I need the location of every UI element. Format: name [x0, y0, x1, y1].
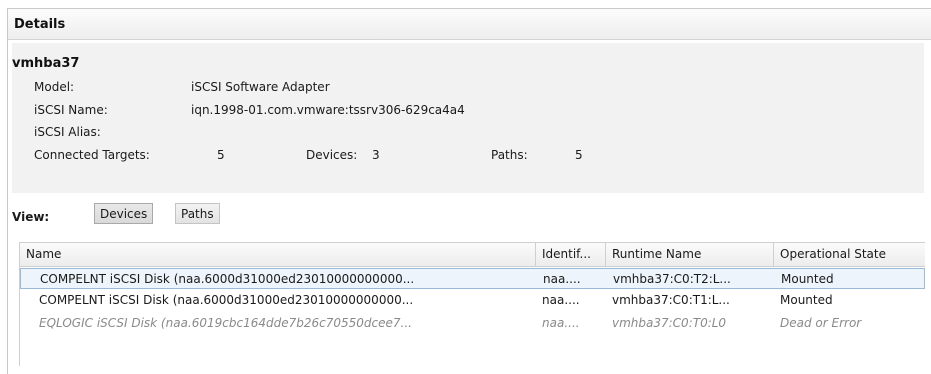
table-row[interactable]: COMPELNT iSCSI Disk (naa.6000d31000ed230… [20, 290, 925, 311]
row-name: EQLOGIC iSCSI Disk (naa.6019cbc164dde7b2… [39, 316, 412, 330]
column-header-name[interactable]: Name [20, 243, 536, 266]
row-name: COMPELNT iSCSI Disk (naa.6000d31000ed230… [40, 272, 415, 286]
iscsi-name-value: iqn.1998-01.com.vmware:tssrv306-629ca4a4 [191, 103, 465, 117]
connected-targets-value: 5 [217, 148, 225, 162]
row-runtime-name: vmhba37:C0:T1:L... [612, 293, 730, 307]
details-header: Details [8, 9, 931, 40]
adapter-name: vmhba37 [12, 56, 80, 71]
model-value: iSCSI Software Adapter [191, 80, 330, 94]
column-header-operational-state[interactable]: Operational State [774, 243, 925, 266]
table-header: Name Identif... Runtime Name Operational… [20, 243, 925, 267]
column-header-runtime-name[interactable]: Runtime Name [606, 243, 774, 266]
row-operational-state: Dead or Error [780, 316, 862, 330]
column-header-identifier[interactable]: Identif... [536, 243, 606, 266]
row-runtime-name: vmhba37:C0:T2:L... [613, 272, 731, 286]
details-title: Details [14, 17, 66, 32]
paths-label: Paths: [491, 148, 528, 162]
connected-targets-label: Connected Targets: [34, 148, 150, 162]
row-operational-state: Mounted [781, 272, 834, 286]
devices-label: Devices: [306, 148, 358, 162]
devices-table: Name Identif... Runtime Name Operational… [19, 242, 925, 366]
view-devices-button[interactable]: Devices [94, 203, 154, 224]
row-runtime-name: vmhba37:C0:T0:L0 [612, 316, 727, 330]
iscsi-name-label: iSCSI Name: [34, 103, 108, 117]
row-operational-state: Mounted [780, 293, 833, 307]
row-identifier: naa.... [542, 293, 580, 307]
row-name: COMPELNT iSCSI Disk (naa.6000d31000ed230… [39, 293, 414, 307]
paths-value: 5 [575, 148, 583, 162]
iscsi-alias-label: iSCSI Alias: [34, 125, 101, 139]
table-row[interactable]: EQLOGIC iSCSI Disk (naa.6019cbc164dde7b2… [20, 313, 925, 334]
row-identifier: naa.... [543, 272, 581, 286]
model-label: Model: [34, 80, 75, 94]
adapter-info-panel [12, 43, 924, 193]
devices-value: 3 [372, 148, 380, 162]
row-identifier: naa.... [542, 316, 580, 330]
view-paths-button[interactable]: Paths [175, 203, 220, 224]
view-label: View: [12, 210, 50, 224]
table-row[interactable]: COMPELNT iSCSI Disk (naa.6000d31000ed230… [20, 268, 925, 289]
